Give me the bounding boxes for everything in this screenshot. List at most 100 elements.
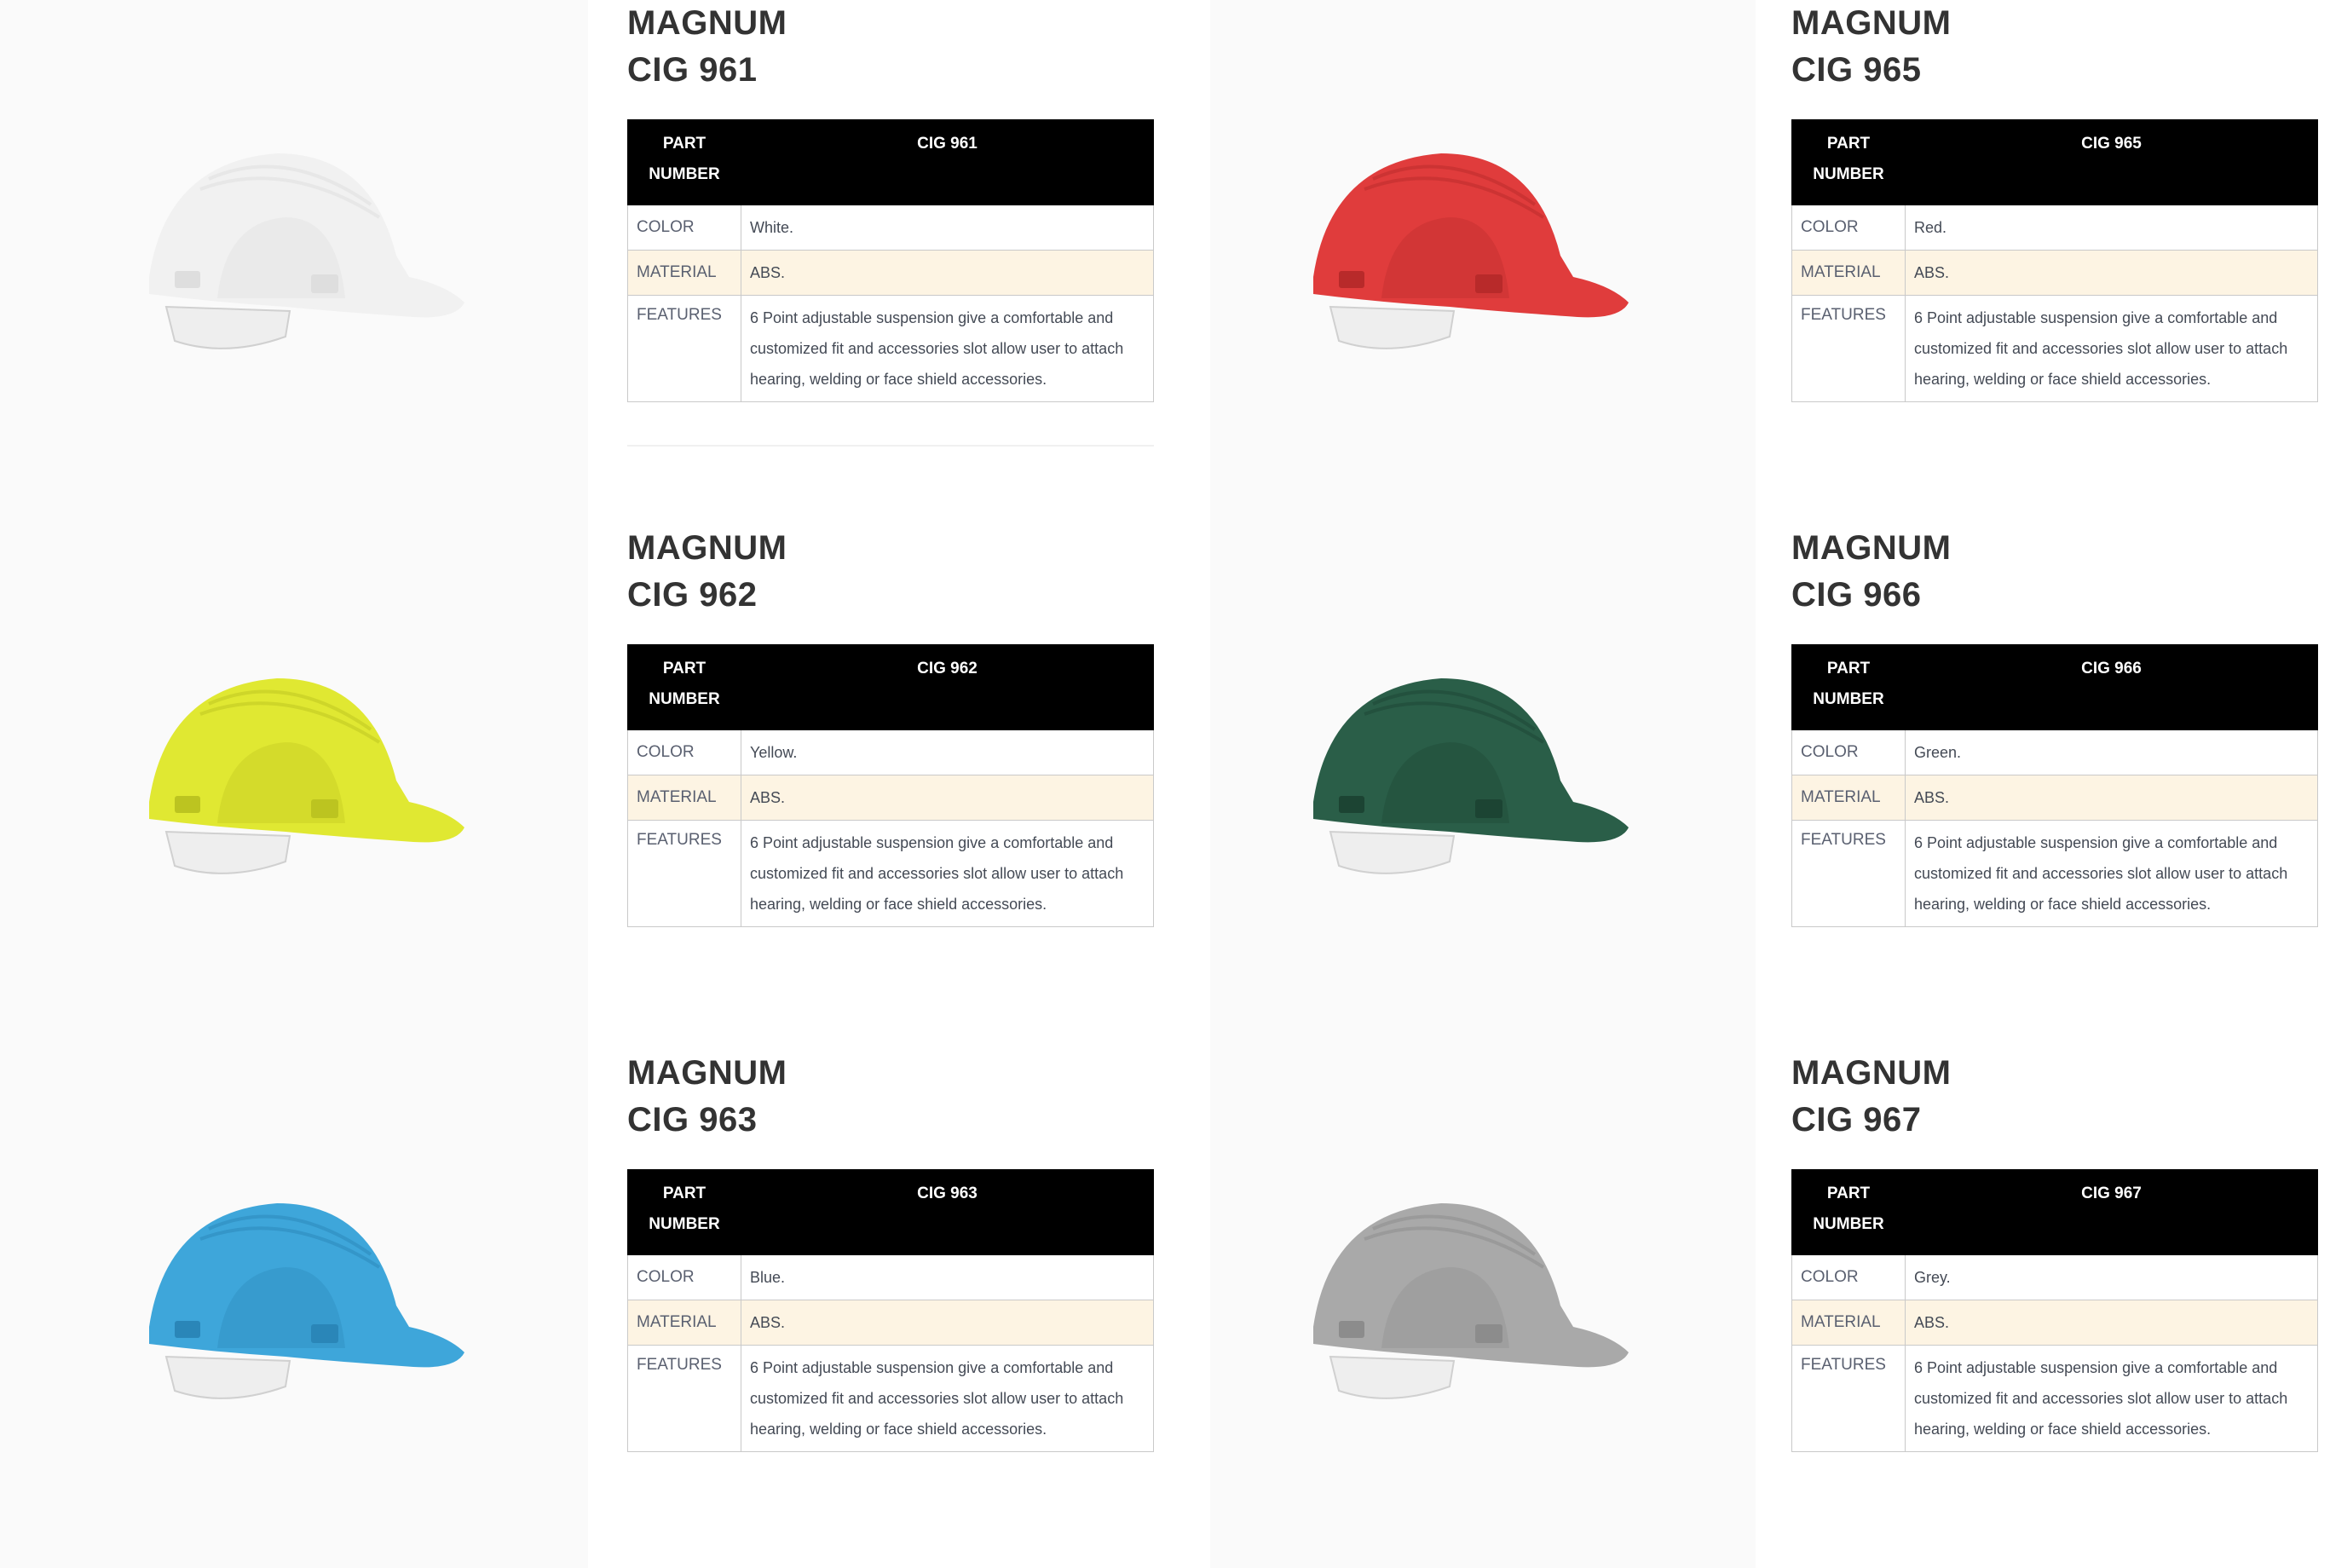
product-card: MAGNUM CIG 962 PART NUMBER CIG 962 COLOR… <box>0 525 1154 1036</box>
spec-header-row: PART NUMBER CIG 961 <box>627 119 1154 205</box>
helmet-image <box>0 1050 588 1561</box>
helmet-image <box>0 525 588 1036</box>
spec-table: PART NUMBER CIG 961 COLOR White. MATERIA… <box>627 119 1154 402</box>
white-hard-hat-icon <box>149 153 464 349</box>
spec-table: PART NUMBER CIG 963 COLOR Blue. MATERIAL… <box>627 1169 1154 1452</box>
yellow-hard-hat-icon <box>149 678 464 874</box>
color-label: COLOR <box>1791 1254 1906 1300</box>
product-card: MAGNUM CIG 965 PART NUMBER CIG 965 COLOR… <box>1164 0 2318 511</box>
red-hard-hat-icon <box>1313 153 1629 349</box>
grey-hard-hat-icon <box>1313 1203 1629 1399</box>
part-number-value: CIG 965 <box>1905 119 2318 205</box>
color-label: COLOR <box>1791 729 1906 775</box>
features-value: 6 Point adjustable suspension give a com… <box>1905 820 2318 927</box>
model-name: CIG 962 <box>627 576 758 614</box>
material-value: ABS. <box>741 250 1154 296</box>
brand-name: MAGNUM <box>1791 529 1952 567</box>
part-number-header: PART NUMBER <box>1791 119 1906 205</box>
model-name: CIG 965 <box>1791 51 1922 89</box>
color-label: COLOR <box>1791 205 1906 251</box>
color-label: COLOR <box>627 729 741 775</box>
product-card: MAGNUM CIG 963 PART NUMBER CIG 963 COLOR… <box>0 1050 1154 1561</box>
part-number-header: PART NUMBER <box>1791 1169 1906 1255</box>
product-title: MAGNUM CIG 961 <box>627 0 787 94</box>
part-number-value: CIG 961 <box>741 119 1154 205</box>
spec-row-features: FEATURES 6 Point adjustable suspension g… <box>627 295 1154 402</box>
product-title: MAGNUM CIG 967 <box>1791 1050 1951 1144</box>
spec-table: PART NUMBER CIG 967 COLOR Grey. MATERIAL… <box>1791 1169 2318 1452</box>
part-number-value: CIG 962 <box>741 644 1154 730</box>
material-value: ABS. <box>741 1300 1154 1346</box>
spec-row-color: COLOR Green. <box>1791 729 2318 775</box>
part-number-value: CIG 967 <box>1905 1169 2318 1255</box>
color-label: COLOR <box>627 205 741 251</box>
product-card: MAGNUM CIG 967 PART NUMBER CIG 967 COLOR… <box>1164 1050 2318 1561</box>
spec-header-row: PART NUMBER CIG 965 <box>1791 119 2318 205</box>
spec-header-row: PART NUMBER CIG 967 <box>1791 1169 2318 1255</box>
blue-hard-hat-icon <box>149 1203 464 1399</box>
brand-name: MAGNUM <box>627 529 787 567</box>
product-card: MAGNUM CIG 961 PART NUMBER CIG 961 COLOR… <box>0 0 1154 511</box>
spec-row-color: COLOR Grey. <box>1791 1254 2318 1300</box>
part-number-value: CIG 963 <box>741 1169 1154 1255</box>
spec-table: PART NUMBER CIG 966 COLOR Green. MATERIA… <box>1791 644 2318 927</box>
spec-row-color: COLOR White. <box>627 205 1154 251</box>
spec-row-material: MATERIAL ABS. <box>627 775 1154 821</box>
color-value: Green. <box>1905 729 2318 775</box>
green-hard-hat-icon <box>1313 678 1629 874</box>
features-value: 6 Point adjustable suspension give a com… <box>741 295 1154 402</box>
material-label: MATERIAL <box>627 775 741 821</box>
features-value: 6 Point adjustable suspension give a com… <box>1905 1345 2318 1452</box>
color-value: Yellow. <box>741 729 1154 775</box>
product-title: MAGNUM CIG 965 <box>1791 0 1951 94</box>
features-value: 6 Point adjustable suspension give a com… <box>1905 295 2318 402</box>
model-name: CIG 966 <box>1791 576 1922 614</box>
color-value: Blue. <box>741 1254 1154 1300</box>
spec-row-features: FEATURES 6 Point adjustable suspension g… <box>1791 1345 2318 1452</box>
product-title: MAGNUM CIG 962 <box>627 525 787 619</box>
model-name: CIG 967 <box>1791 1101 1922 1139</box>
material-value: ABS. <box>741 775 1154 821</box>
features-label: FEATURES <box>627 295 741 402</box>
helmet-image <box>1164 0 1752 511</box>
material-label: MATERIAL <box>1791 775 1906 821</box>
features-value: 6 Point adjustable suspension give a com… <box>741 1345 1154 1452</box>
spec-row-features: FEATURES 6 Point adjustable suspension g… <box>1791 295 2318 402</box>
spec-table: PART NUMBER CIG 965 COLOR Red. MATERIAL … <box>1791 119 2318 402</box>
spec-row-features: FEATURES 6 Point adjustable suspension g… <box>627 820 1154 927</box>
product-card: MAGNUM CIG 966 PART NUMBER CIG 966 COLOR… <box>1164 525 2318 1036</box>
color-value: Grey. <box>1905 1254 2318 1300</box>
part-number-header: PART NUMBER <box>627 1169 741 1255</box>
features-label: FEATURES <box>1791 295 1906 402</box>
part-number-header: PART NUMBER <box>627 119 741 205</box>
color-value: White. <box>741 205 1154 251</box>
spec-row-color: COLOR Blue. <box>627 1254 1154 1300</box>
section-divider <box>627 445 1154 447</box>
spec-row-material: MATERIAL ABS. <box>627 1300 1154 1346</box>
material-value: ABS. <box>1905 775 2318 821</box>
brand-name: MAGNUM <box>627 4 787 42</box>
spec-row-features: FEATURES 6 Point adjustable suspension g… <box>627 1345 1154 1452</box>
part-number-value: CIG 966 <box>1905 644 2318 730</box>
brand-name: MAGNUM <box>627 1054 787 1092</box>
part-number-header: PART NUMBER <box>1791 644 1906 730</box>
material-label: MATERIAL <box>1791 1300 1906 1346</box>
material-value: ABS. <box>1905 1300 2318 1346</box>
spec-row-color: COLOR Yellow. <box>627 729 1154 775</box>
helmet-image <box>0 0 588 511</box>
model-name: CIG 961 <box>627 51 758 89</box>
spec-row-material: MATERIAL ABS. <box>1791 250 2318 296</box>
model-name: CIG 963 <box>627 1101 758 1139</box>
features-label: FEATURES <box>1791 1345 1906 1452</box>
spec-row-material: MATERIAL ABS. <box>1791 1300 2318 1346</box>
color-value: Red. <box>1905 205 2318 251</box>
spec-row-material: MATERIAL ABS. <box>627 250 1154 296</box>
color-label: COLOR <box>627 1254 741 1300</box>
part-number-header: PART NUMBER <box>627 644 741 730</box>
spec-row-color: COLOR Red. <box>1791 205 2318 251</box>
features-label: FEATURES <box>627 820 741 927</box>
helmet-image <box>1164 525 1752 1036</box>
brand-name: MAGNUM <box>1791 4 1952 42</box>
helmet-image <box>1164 1050 1752 1561</box>
spec-header-row: PART NUMBER CIG 962 <box>627 644 1154 730</box>
